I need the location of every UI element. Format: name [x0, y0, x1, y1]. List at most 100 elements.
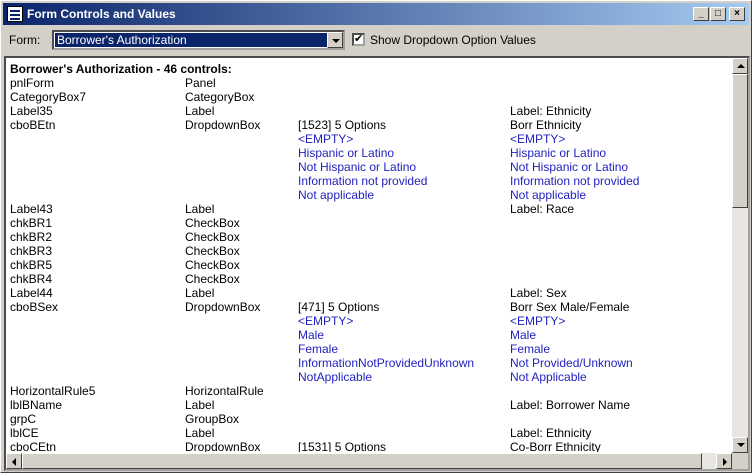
control-info: Information not provided: [298, 174, 428, 188]
control-name: lblBName: [10, 398, 63, 412]
dropdown-option-row: Not applicable Not applicable: [8, 188, 732, 202]
list-title: Borrower's Authorization - 46 controls:: [10, 62, 232, 76]
control-row: cboBSex DropdownBox [471] 5 Options Borr Se…: [8, 300, 732, 314]
control-info: Male: [298, 328, 325, 342]
scroll-down-icon[interactable]: [732, 437, 748, 453]
control-label: Borr Sex Male/Female: [510, 300, 630, 314]
control-row: Label35 Label Label: Ethnicity: [8, 104, 732, 118]
control-row: pnlForm Panel: [8, 76, 732, 90]
control-label: Label: Ethnicity: [510, 426, 592, 440]
control-type: Label: [185, 202, 215, 216]
control-type: CheckBox: [185, 216, 240, 230]
control-type: CategoryBox: [185, 90, 255, 104]
control-row: CategoryBox7 CategoryBox: [8, 90, 732, 104]
show-option-values-label[interactable]: Show Dropdown Option Values: [370, 33, 536, 47]
control-name: chkBR4: [10, 272, 53, 286]
control-type: Label: [185, 104, 215, 118]
control-label: Hispanic or Latino: [510, 146, 607, 160]
vertical-scroll-thumb[interactable]: [732, 74, 748, 208]
dropdown-option-row: Male Male: [8, 328, 732, 342]
control-label: Label: Race: [510, 202, 575, 216]
control-row: lblBName Label Label: Borrower Name: [8, 398, 732, 412]
control-type: HorizontalRule: [185, 384, 264, 398]
dropdown-option-row: InformationNotProvidedUnknown Not Provide…: [8, 356, 732, 370]
form-label: Form:: [9, 33, 41, 47]
control-type: GroupBox: [185, 412, 240, 426]
maximize-button[interactable]: □: [710, 7, 726, 21]
horizontal-scrollbar[interactable]: [6, 453, 732, 469]
control-info: [1531] 5 Options: [298, 440, 387, 452]
form-controls-window: Form Controls and Values _ □ × Form: Bor…: [0, 0, 752, 473]
control-label: Not applicable: [510, 188, 587, 202]
control-type: Label: [185, 286, 215, 300]
horizontal-scroll-thumb[interactable]: [22, 453, 702, 469]
dropdown-option-row: <EMPTY> <EMPTY>: [8, 314, 732, 328]
dropdown-option-row: Hispanic or Latino Hispanic or Latino: [8, 146, 732, 160]
control-name: lblCE: [10, 426, 39, 440]
form-dropdown-value: Borrower's Authorization: [55, 33, 327, 47]
control-label: <EMPTY>: [510, 132, 566, 146]
control-row: lblCE Label Label: Ethnicity: [8, 426, 732, 440]
control-label: Co-Borr Ethnicity: [510, 440, 601, 452]
control-label: Label: Sex: [510, 286, 567, 300]
control-label: Label: Ethnicity: [510, 104, 592, 118]
dropdown-option-row: NotApplicable Not Applicable: [8, 370, 732, 384]
control-row: chkBR4 CheckBox: [8, 272, 732, 286]
dropdown-option-row: <EMPTY> <EMPTY>: [8, 132, 732, 146]
control-type: CheckBox: [185, 230, 240, 244]
form-dropdown[interactable]: Borrower's Authorization: [52, 30, 345, 50]
controls-list[interactable]: Borrower's Authorization - 46 controls: …: [4, 56, 750, 471]
control-row: HorizontalRule5 HorizontalRule: [8, 384, 732, 398]
control-info: Female: [298, 342, 339, 356]
dropdown-option-row: Female Female: [8, 342, 732, 356]
scroll-right-icon[interactable]: [716, 453, 732, 469]
control-info: <EMPTY>: [298, 132, 354, 146]
control-type: DropdownBox: [185, 300, 261, 314]
control-row: Label44 Label Label: Sex: [8, 286, 732, 300]
chevron-down-icon[interactable]: [327, 32, 343, 48]
scroll-left-icon[interactable]: [6, 453, 22, 469]
control-name: cboCEtn: [10, 440, 57, 452]
minimize-button[interactable]: _: [693, 7, 709, 21]
control-label: <EMPTY>: [510, 314, 566, 328]
control-type: CheckBox: [185, 258, 240, 272]
control-name: Label44: [10, 286, 53, 300]
control-row: chkBR3 CheckBox: [8, 244, 732, 258]
close-button[interactable]: ×: [729, 7, 745, 21]
control-name: grpC: [10, 412, 37, 426]
control-row: grpC GroupBox: [8, 412, 732, 426]
control-label: Label: Borrower Name: [510, 398, 631, 412]
control-label: Information not provided: [510, 174, 640, 188]
control-row: Label43 Label Label: Race: [8, 202, 732, 216]
control-name: chkBR3: [10, 244, 53, 258]
control-info: Not applicable: [298, 188, 375, 202]
control-type: Label: [185, 426, 215, 440]
control-row: chkBR2 CheckBox: [8, 230, 732, 244]
control-name: Label35: [10, 104, 53, 118]
control-name: chkBR1: [10, 216, 53, 230]
control-type: Panel: [185, 76, 216, 90]
scroll-up-icon[interactable]: [732, 58, 748, 74]
show-option-values-checkbox[interactable]: ✔: [352, 33, 365, 46]
control-name: Label43: [10, 202, 53, 216]
window-title: Form Controls and Values: [27, 7, 176, 21]
dropdown-option-row: Information not provided Information not …: [8, 174, 732, 188]
control-label: Not Applicable: [510, 370, 587, 384]
control-row: chkBR1 CheckBox: [8, 216, 732, 230]
vertical-scrollbar[interactable]: [732, 58, 748, 453]
control-label: Borr Ethnicity: [510, 118, 582, 132]
control-label: Male: [510, 328, 537, 342]
control-label: Female: [510, 342, 551, 356]
control-row: cboBEtn DropdownBox [1523] 5 Options Borr E…: [8, 118, 732, 132]
control-type: Label: [185, 398, 215, 412]
control-name: HorizontalRule5: [10, 384, 96, 398]
scrollbar-corner: [732, 453, 748, 469]
window-icon: [7, 6, 23, 22]
control-type: DropdownBox: [185, 440, 261, 452]
control-label: Not Hispanic or Latino: [510, 160, 629, 174]
control-name: chkBR2: [10, 230, 53, 244]
control-row: cboCEtn DropdownBox [1531] 5 Options Co-Bor…: [8, 440, 732, 452]
title-bar[interactable]: Form Controls and Values _ □ ×: [3, 3, 749, 25]
control-info: <EMPTY>: [298, 314, 354, 328]
control-info: InformationNotProvidedUnknown: [298, 356, 475, 370]
